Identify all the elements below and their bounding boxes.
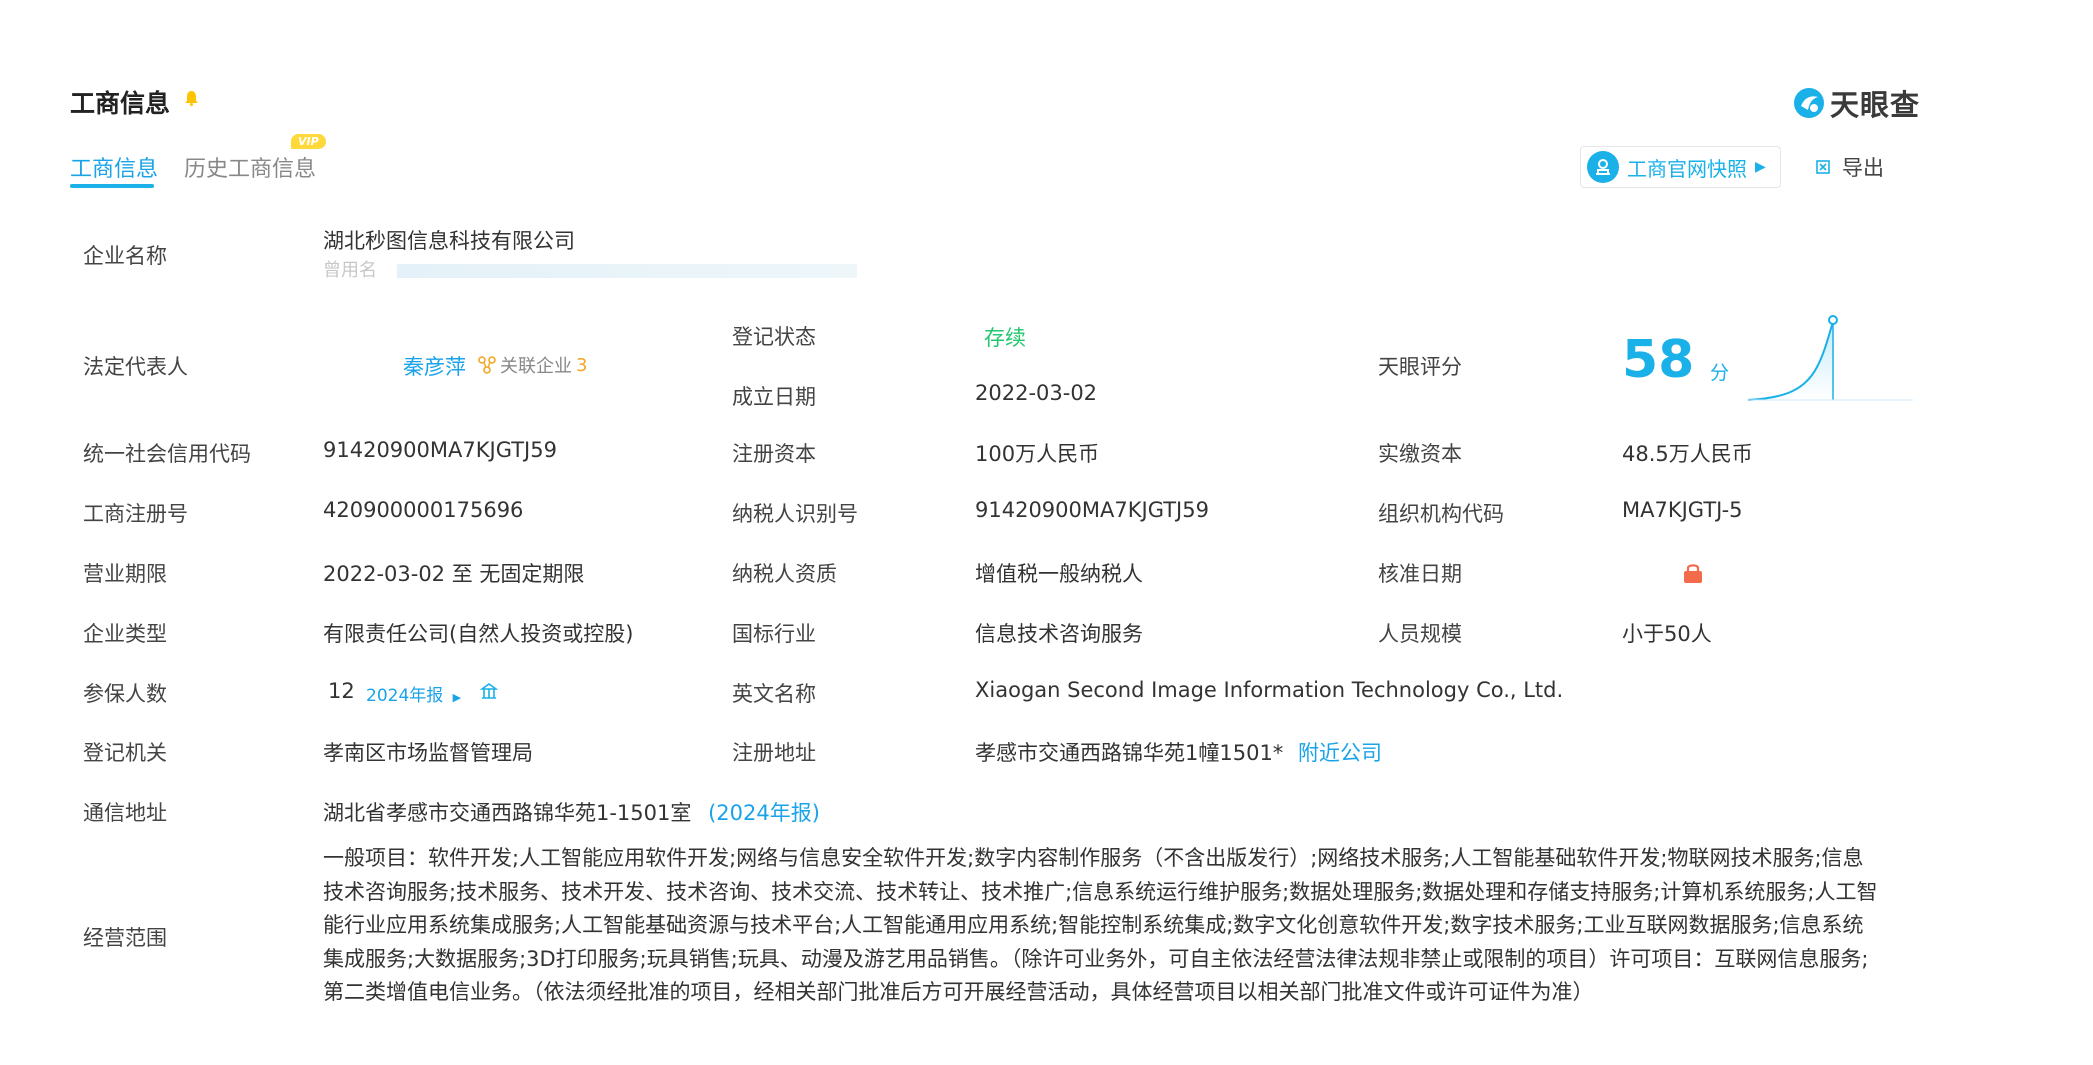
tab-history-business-info[interactable]: 历史工商信息 xyxy=(184,151,316,183)
related-label: 关联企业 xyxy=(500,356,572,377)
approval-date-label: 核准日期 xyxy=(1378,562,1462,586)
scope-label: 经营范围 xyxy=(83,926,167,950)
industry-label: 国标行业 xyxy=(732,622,816,646)
brand-logo[interactable]: 天眼查 xyxy=(1792,82,1920,124)
tianyancha-logo xyxy=(1794,88,1824,118)
org-code-label: 组织机构代码 xyxy=(1378,502,1504,526)
status-value: 存续 xyxy=(984,326,1026,350)
mail-address-text: 湖北省孝感市交通西路锦华苑1-1501室 xyxy=(323,801,692,825)
staff-size-value: 小于50人 xyxy=(1622,622,1712,646)
scope-text: 一般项目：软件开发;人工智能应用软件开发;网络与信息安全软件开发;数字内容制作服… xyxy=(323,846,1878,1004)
org-code-value: MA7KJGTJ-5 xyxy=(1622,498,1743,522)
legal-rep-name[interactable]: 秦彦萍 xyxy=(403,351,466,381)
established-value: 2022-03-02 xyxy=(975,381,1098,405)
reg-address-value: 孝感市交通西路锦华苑1幢1501* 附近公司 xyxy=(975,737,1382,767)
used-name: 曾用名 xyxy=(323,256,857,282)
insured-report-link[interactable]: 2024年报 ▶ xyxy=(366,681,461,706)
legal-rep-label: 法定代表人 xyxy=(83,355,188,379)
used-name-label: 曾用名 xyxy=(323,260,377,281)
authority-value: 孝南区市场监督管理局 xyxy=(323,741,533,765)
staff-size-label: 人员规模 xyxy=(1378,622,1462,646)
export-label: 导出 xyxy=(1842,156,1884,180)
tab-active-indicator xyxy=(70,184,154,188)
credit-code-value: 91420900MA7KJGTJ59 xyxy=(323,438,557,462)
brand-name: 天眼查 xyxy=(1830,88,1921,122)
status-label: 登记状态 xyxy=(732,325,816,349)
user-stamp-icon xyxy=(1587,151,1619,183)
english-name-value: Xiaogan Second Image Information Technol… xyxy=(975,678,1564,702)
related-companies-link[interactable]: 关联企业 3 xyxy=(478,352,587,378)
insured-value: 12 xyxy=(328,679,355,703)
related-count: 3 xyxy=(576,354,588,376)
reg-address-text: 孝感市交通西路锦华苑1幢1501* xyxy=(975,741,1284,765)
company-name: 湖北秒图信息科技有限公司 xyxy=(323,229,575,253)
registered-capital-value: 100万人民币 xyxy=(975,442,1100,466)
mail-address-label: 通信地址 xyxy=(83,801,167,825)
taxpayer-id-value: 91420900MA7KJGTJ59 xyxy=(975,498,1209,522)
reg-number-label: 工商注册号 xyxy=(83,502,188,526)
taxpayer-qualification-value: 增值税一般纳税人 xyxy=(975,562,1143,586)
vip-badge: VIP xyxy=(291,134,326,149)
established-label: 成立日期 xyxy=(732,385,816,409)
lock-icon[interactable] xyxy=(1683,562,1703,584)
industry-value: 信息技术咨询服务 xyxy=(975,622,1143,646)
snapshot-label: 工商官网快照 xyxy=(1627,156,1747,181)
page-title: 工商信息 xyxy=(70,89,171,118)
score-value: 58 xyxy=(1622,330,1695,390)
nearby-companies-link[interactable]: 附近公司 xyxy=(1298,741,1382,765)
used-name-value xyxy=(396,264,857,278)
score-unit: 分 xyxy=(1710,362,1730,384)
building-icon[interactable] xyxy=(480,682,498,700)
english-name-label: 英文名称 xyxy=(732,682,816,706)
insured-report-label: 2024年报 xyxy=(366,686,444,706)
score-chart-icon[interactable] xyxy=(1745,312,1920,412)
company-type-label: 企业类型 xyxy=(83,622,167,646)
mail-address-report-link[interactable]: (2024年报) xyxy=(708,801,820,825)
chevron-right-icon: ▶ xyxy=(452,691,462,704)
export-button[interactable]: 导出 xyxy=(1816,152,1884,182)
credit-code-label: 统一社会信用代码 xyxy=(83,442,251,466)
official-snapshot-button[interactable]: 工商官网快照 ▶ xyxy=(1580,146,1781,188)
insured-label: 参保人数 xyxy=(83,682,167,706)
bell-icon[interactable] xyxy=(185,91,198,106)
export-icon xyxy=(1816,160,1830,174)
paid-capital-value: 48.5万人民币 xyxy=(1622,442,1753,466)
chevron-right-icon: ▶ xyxy=(1755,159,1766,175)
company-name-label: 企业名称 xyxy=(83,244,167,268)
registered-capital-label: 注册资本 xyxy=(732,442,816,466)
reg-number-value: 420900000175696 xyxy=(323,498,524,522)
authority-label: 登记机关 xyxy=(83,741,167,765)
score-label: 天眼评分 xyxy=(1378,355,1462,379)
business-term-value: 2022-03-02 至 无固定期限 xyxy=(323,562,585,586)
related-network-icon xyxy=(478,356,496,374)
business-term-label: 营业期限 xyxy=(83,562,167,586)
mail-address-value: 湖北省孝感市交通西路锦华苑1-1501室 (2024年报) xyxy=(323,797,820,827)
reg-address-label: 注册地址 xyxy=(732,741,816,765)
taxpayer-id-label: 纳税人识别号 xyxy=(732,502,858,526)
paid-capital-label: 实缴资本 xyxy=(1378,442,1462,466)
taxpayer-qualification-label: 纳税人资质 xyxy=(732,562,837,586)
tab-business-info[interactable]: 工商信息 xyxy=(70,151,158,183)
company-type-value: 有限责任公司(自然人投资或控股) xyxy=(323,622,634,646)
